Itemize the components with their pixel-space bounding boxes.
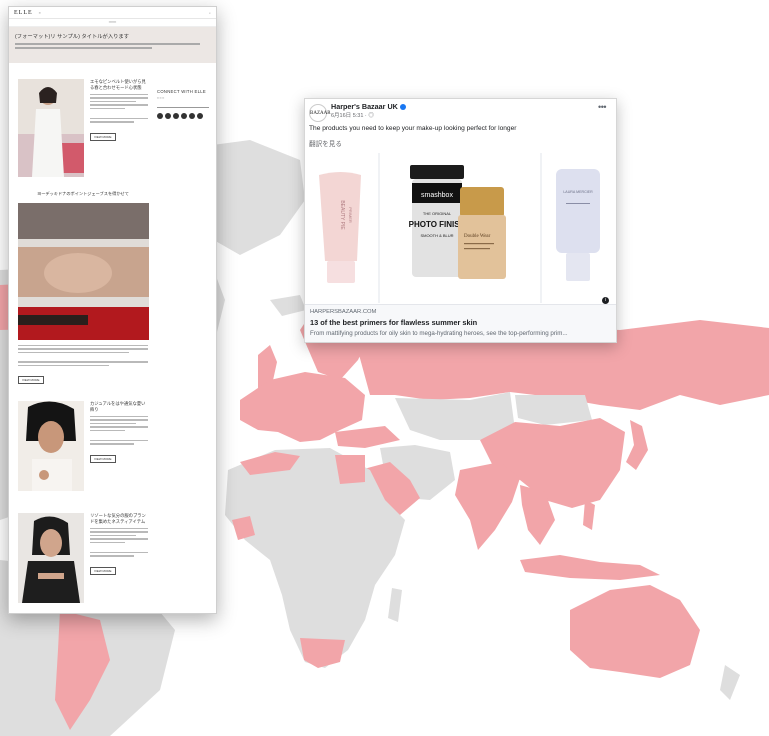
korea-shape: [610, 432, 622, 455]
magazine-nav[interactable]: ≡: [39, 11, 41, 15]
indonesia-shape: [520, 555, 660, 580]
india-shape: [455, 462, 520, 550]
info-icon[interactable]: i: [602, 297, 609, 304]
product-brand: smashbox: [421, 192, 453, 199]
link-domain: HARPERSBAZAAR.COM: [310, 309, 377, 315]
article-title[interactable]: エモなピンベルト使いがら見る春と合わせモード心状態: [90, 79, 148, 91]
youtube-icon[interactable]: [181, 113, 187, 119]
australia-shape: [570, 585, 700, 678]
madagascar-shape: [388, 588, 402, 622]
page-avatar[interactable]: BAZAAR: [309, 104, 331, 122]
product-image[interactable]: LAURA MERCIER: [540, 153, 616, 303]
link-description: From mattifying products for oily skin t…: [310, 330, 568, 337]
magazine-header: ELLE ≡ ⌕: [9, 7, 216, 19]
article-title[interactable]: カジュアルをはや通気な夏い飾り: [90, 401, 148, 413]
magazine-hero: (フォーマット)リ サンプル) タイトルが入ります: [9, 27, 216, 63]
product-brand: BEAUTY PIE: [339, 200, 345, 230]
view-more-button[interactable]: VIEW MORE: [18, 375, 44, 384]
product-tag: THE ORIGINAL: [423, 211, 452, 216]
view-more-button[interactable]: VIEW MORE: [90, 132, 116, 141]
product-image[interactable]: smashbox THE ORIGINAL PHOTO FINISH SMOOT…: [378, 153, 540, 303]
link-headline: 13 of the best primers for flawless summ…: [310, 318, 478, 327]
section-title: ヨーデッキドナのポイントジェーブスを得かせて: [37, 191, 129, 196]
feature-photo[interactable]: [18, 203, 149, 340]
post-text: The products you need to keep your make-…: [309, 125, 517, 132]
pinterest-icon[interactable]: [189, 113, 195, 119]
magazine-article: カジュアルをはや通気な夏い飾り VIEW MORE: [18, 401, 148, 501]
article-text: リゾートな気分の服のブランドを集めたネスティアイテム VIEW MORE: [90, 513, 148, 577]
sidebar-heading: CONNECT WITH ELLE: [157, 89, 206, 94]
translate-link[interactable]: 翻訳を見る: [309, 138, 342, 148]
article-text: エモなピンベルト使いがら見る春と合わせモード心状態 VIEW MORE: [90, 79, 148, 143]
newsletter-input[interactable]: [157, 103, 209, 108]
article-text: カジュアルをはや通気な夏い飾り VIEW MORE: [90, 401, 148, 465]
product-name: Double Wear: [464, 234, 491, 239]
philippines-shape: [583, 500, 595, 530]
twitter-icon[interactable]: [165, 113, 171, 119]
view-more-button[interactable]: VIEW MORE: [90, 454, 116, 463]
line-icon[interactable]: [197, 113, 203, 119]
feature-text: VIEW MORE: [18, 343, 148, 393]
south-africa-shape: [300, 638, 345, 668]
magazine-hero-title: (フォーマット)リ サンプル) タイトルが入ります: [15, 34, 130, 40]
magazine-article: エモなピンベルト使いがら見る春と合わせモード心状態 VIEW MORE: [18, 79, 148, 194]
facebook-icon[interactable]: [173, 113, 179, 119]
product-image-carousel: BEAUTY PIE PRIMER smashbox THE ORIGINAL …: [305, 153, 616, 303]
article-title[interactable]: リゾートな気分の服のブランドを集めたネスティアイテム: [90, 513, 148, 525]
magazine-search-icon[interactable]: ⌕: [209, 11, 211, 15]
view-more-button[interactable]: VIEW MORE: [90, 566, 116, 575]
post-header: BAZAAR Harper's Bazaar UK 6月16日 5:31 · ◎…: [305, 99, 616, 125]
post-timestamp[interactable]: 6月16日 5:31 · ◎: [331, 111, 374, 119]
magazine-article: リゾートな気分の服のブランドを集めたネスティアイテム VIEW MORE: [18, 513, 148, 613]
turkey-shape: [335, 426, 400, 448]
timestamp-text: 6月16日 5:31 ·: [331, 113, 369, 119]
magazine-page-mockup: ELLE ≡ ⌕ ━━━━ (フォーマット)リ サンプル) タイトルが入ります …: [8, 6, 217, 614]
fashion-photo[interactable]: [18, 401, 84, 491]
magazine-sidebar: CONNECT WITH ELLE ━ ━ ━: [157, 89, 209, 119]
product-brand: LAURA MERCIER: [563, 190, 593, 194]
egypt-shape: [335, 455, 365, 484]
social-icons: [157, 113, 209, 119]
link-preview[interactable]: HARPERSBAZAAR.COM 13 of the best primers…: [305, 304, 616, 342]
product-sub: SMOOTH & BLUR: [420, 233, 453, 238]
page-name-text: Harper's Bazaar UK: [331, 102, 398, 111]
product-image[interactable]: BEAUTY PIE PRIMER: [305, 153, 378, 303]
japan-shape: [626, 420, 648, 470]
page-name[interactable]: Harper's Bazaar UK: [331, 102, 406, 111]
instagram-icon[interactable]: [157, 113, 163, 119]
iceland-shape: [270, 295, 306, 316]
new-zealand-shape: [720, 665, 740, 700]
more-options-icon[interactable]: •••: [598, 102, 606, 112]
verified-badge-icon: [399, 104, 406, 111]
facebook-ad-card: BAZAAR Harper's Bazaar UK 6月16日 5:31 · ◎…: [304, 98, 617, 343]
mongolia-shape: [515, 395, 592, 425]
product-name: PRIMER: [348, 207, 353, 223]
product-name: PHOTO FINISH: [409, 220, 466, 229]
globe-icon: ◎: [368, 113, 374, 119]
magazine-subnav: ━━━━: [9, 19, 216, 27]
magazine-logo[interactable]: ELLE: [14, 10, 33, 16]
fashion-photo[interactable]: [18, 513, 84, 603]
fashion-photo[interactable]: [18, 79, 84, 177]
